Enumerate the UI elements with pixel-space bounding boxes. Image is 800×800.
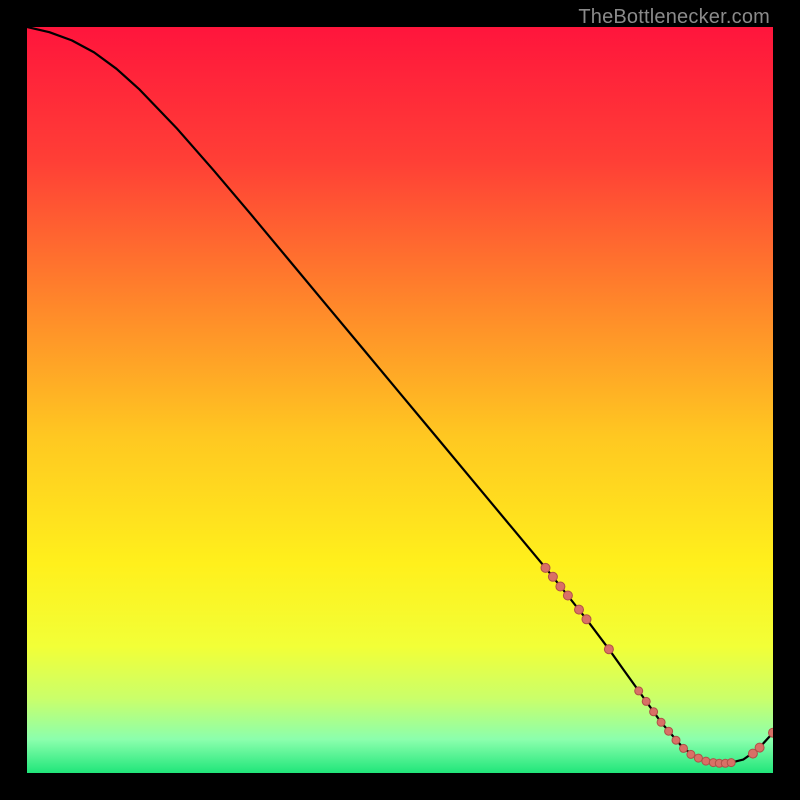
data-point (563, 591, 572, 600)
data-point (650, 708, 658, 716)
data-point (548, 572, 557, 581)
data-point (541, 563, 550, 572)
watermark-text: TheBottlenecker.com (578, 6, 770, 29)
data-point (672, 736, 680, 744)
chart-frame: TheBottlenecker.com (0, 0, 800, 800)
data-point (702, 757, 710, 765)
data-point (680, 744, 688, 752)
plot-svg (27, 27, 773, 773)
data-point (665, 727, 673, 735)
data-point (755, 743, 764, 752)
data-point (694, 754, 702, 762)
data-point (575, 605, 584, 614)
data-point (604, 645, 613, 654)
gradient-background (27, 27, 773, 773)
data-point (635, 687, 643, 695)
data-point (687, 750, 695, 758)
data-point (642, 697, 650, 705)
data-point (727, 759, 735, 767)
data-point (556, 582, 565, 591)
data-point (582, 615, 591, 624)
plot-area (27, 27, 773, 773)
data-point (769, 728, 774, 737)
data-point (657, 718, 665, 726)
